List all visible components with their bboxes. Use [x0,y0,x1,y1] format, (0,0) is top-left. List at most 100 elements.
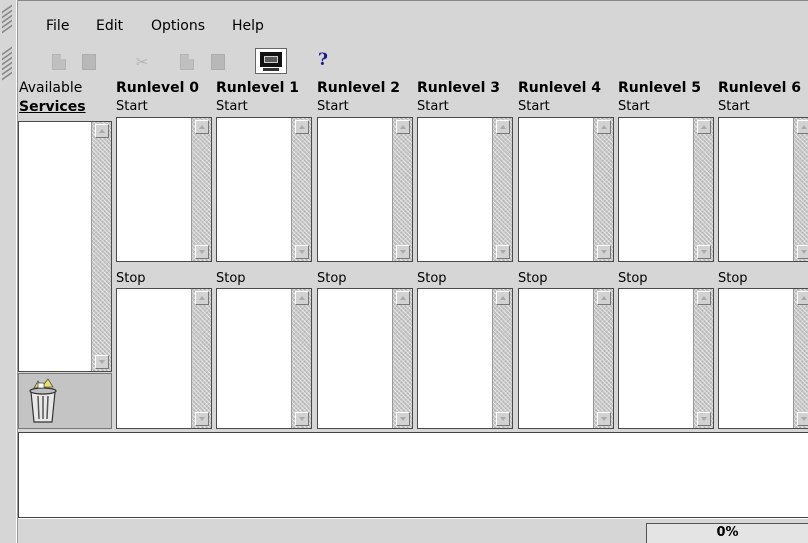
scroll-up-arrow-icon[interactable] [295,120,309,134]
scroll-down-arrow-icon[interactable] [396,245,410,259]
available-label: Available [19,80,83,96]
scroll-up-arrow-icon[interactable] [496,291,510,305]
scroll-down-arrow-icon[interactable] [295,245,309,259]
runlevel-1-stop-label: Stop [216,271,246,286]
trash-drop-area[interactable] [18,373,112,429]
menu-edit[interactable]: Edit [96,16,123,36]
new-document-icon[interactable] [52,54,66,70]
start-list-scrollbar[interactable] [191,118,211,261]
scroll-up-arrow-icon[interactable] [195,291,209,305]
toolbar-grip-handle[interactable] [0,46,14,81]
scroll-down-arrow-icon[interactable] [496,412,510,426]
runlevel-3-start-list[interactable] [417,117,513,262]
scroll-down-arrow-icon[interactable] [195,245,209,259]
scroll-up-arrow-icon[interactable] [597,291,611,305]
output-text-area[interactable] [18,432,808,518]
scroll-down-arrow-icon[interactable] [496,245,510,259]
scroll-down-arrow-icon[interactable] [597,412,611,426]
start-list-scrollbar[interactable] [392,118,412,261]
runlevel-3-stop-list[interactable] [417,288,513,429]
scroll-down-arrow-icon[interactable] [697,412,711,426]
scroll-up-arrow-icon[interactable] [195,120,209,134]
runlevel-2-stop-label: Stop [317,271,347,286]
runlevel-6-start-label: Start [718,99,750,114]
runlevel-5-stop-label: Stop [618,271,648,286]
stop-list-scrollbar[interactable] [793,289,808,428]
start-list-scrollbar[interactable] [793,118,808,261]
runlevel-3-title: Runlevel 3 [417,80,501,96]
scroll-down-arrow-icon[interactable] [95,355,109,369]
stop-list-scrollbar[interactable] [593,289,613,428]
save-icon[interactable] [82,54,96,70]
runlevel-4-start-label: Start [518,99,550,114]
runlevel-2-start-list[interactable] [317,117,413,262]
runlevel-3-stop-label: Stop [417,271,447,286]
stop-list-scrollbar[interactable] [291,289,311,428]
stop-list-scrollbar[interactable] [191,289,211,428]
cut-icon[interactable]: ✂ [132,54,152,70]
scroll-down-arrow-icon[interactable] [797,245,808,259]
trash-can-icon[interactable] [27,378,59,424]
runlevel-2-stop-list[interactable] [317,288,413,429]
runlevel-5-title: Runlevel 5 [618,80,702,96]
scroll-down-arrow-icon[interactable] [396,412,410,426]
scroll-down-arrow-icon[interactable] [697,245,711,259]
scroll-down-arrow-icon[interactable] [797,412,808,426]
runlevel-2-start-label: Start [317,99,349,114]
runlevel-5-start-label: Start [618,99,650,114]
window-top-border [16,0,808,1]
monitor-icon[interactable] [255,48,287,74]
runlevel-6-stop-label: Stop [718,271,748,286]
scroll-down-arrow-icon[interactable] [295,412,309,426]
runlevel-1-title: Runlevel 1 [216,80,300,96]
scroll-up-arrow-icon[interactable] [697,120,711,134]
start-list-scrollbar[interactable] [693,118,713,261]
runlevel-0-stop-label: Stop [116,271,146,286]
scroll-down-arrow-icon[interactable] [597,245,611,259]
runlevel-4-stop-label: Stop [518,271,548,286]
menu-file[interactable]: File [46,16,69,36]
copy-icon[interactable] [180,54,194,70]
runlevel-1-stop-list[interactable] [216,288,312,429]
menu-help[interactable]: Help [232,16,264,36]
runlevel-0-title: Runlevel 0 [116,80,200,96]
runlevel-6-start-list[interactable] [718,117,808,262]
runlevel-6-title: Runlevel 6 [718,80,802,96]
runlevel-4-start-list[interactable] [518,117,614,262]
scroll-up-arrow-icon[interactable] [797,291,808,305]
stop-list-scrollbar[interactable] [392,289,412,428]
scroll-up-arrow-icon[interactable] [95,124,109,138]
scroll-up-arrow-icon[interactable] [797,120,808,134]
available-services-list[interactable] [18,121,112,372]
scroll-up-arrow-icon[interactable] [396,120,410,134]
available-services-scrollbar[interactable] [91,122,111,371]
scroll-up-arrow-icon[interactable] [295,291,309,305]
runlevel-0-stop-list[interactable] [116,288,212,429]
services-label: Services [19,99,86,115]
runlevel-0-start-list[interactable] [116,117,212,262]
start-list-scrollbar[interactable] [492,118,512,261]
menubar-grip-handle[interactable] [0,4,14,36]
runlevel-5-stop-list[interactable] [618,288,714,429]
scroll-up-arrow-icon[interactable] [697,291,711,305]
scroll-down-arrow-icon[interactable] [195,412,209,426]
runlevel-6-stop-list[interactable] [718,288,808,429]
paste-icon[interactable] [211,54,225,70]
runlevel-1-start-label: Start [216,99,248,114]
menu-options[interactable]: Options [151,16,205,36]
start-list-scrollbar[interactable] [593,118,613,261]
scroll-up-arrow-icon[interactable] [496,120,510,134]
scroll-up-arrow-icon[interactable] [597,120,611,134]
runlevel-4-title: Runlevel 4 [518,80,602,96]
scroll-up-arrow-icon[interactable] [396,291,410,305]
start-list-scrollbar[interactable] [291,118,311,261]
runlevel-5-start-list[interactable] [618,117,714,262]
runlevel-2-title: Runlevel 2 [317,80,401,96]
progress-indicator: 0% [646,523,808,543]
runlevel-4-stop-list[interactable] [518,288,614,429]
stop-list-scrollbar[interactable] [492,289,512,428]
runlevel-1-start-list[interactable] [216,117,312,262]
stop-list-scrollbar[interactable] [693,289,713,428]
runlevel-3-start-label: Start [417,99,449,114]
help-icon[interactable]: ? [318,50,328,70]
